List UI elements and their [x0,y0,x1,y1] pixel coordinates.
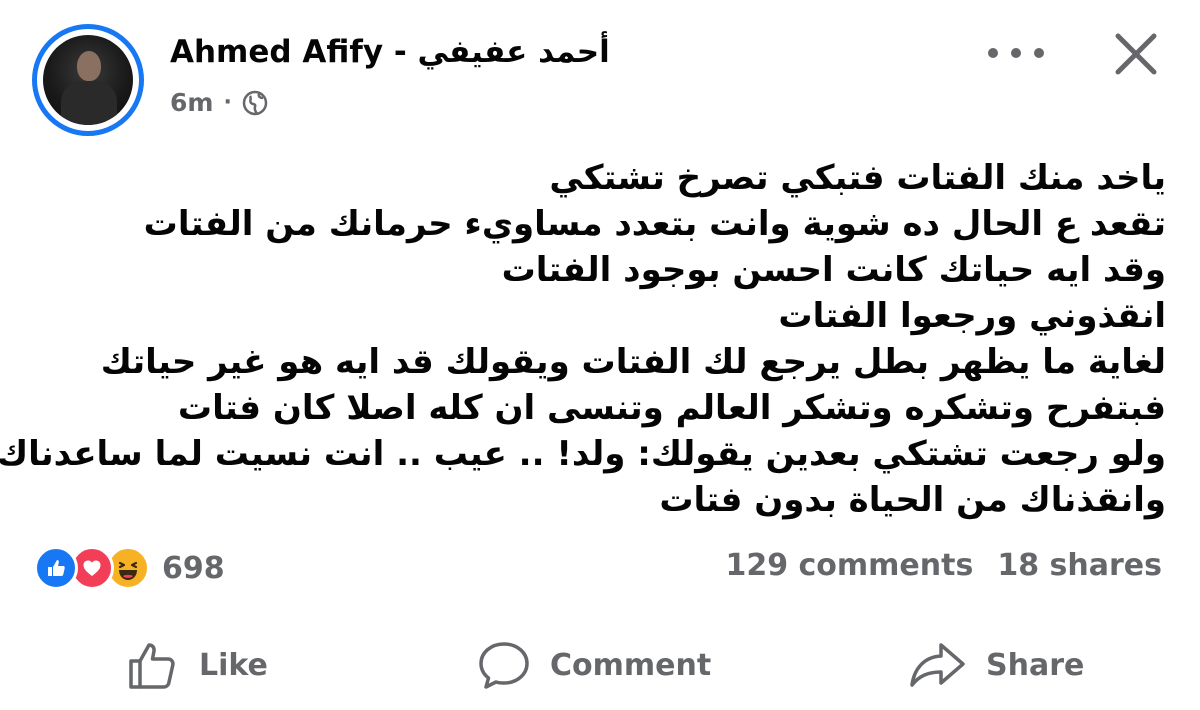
author-name[interactable]: Ahmed Afify - أحمد عفيفي [170,34,610,70]
like-label: Like [199,647,268,683]
comment-button[interactable]: Comment [476,630,711,700]
avatar[interactable] [43,35,133,125]
action-bar: Like Comment Share [0,630,1200,700]
like-button[interactable]: Like [125,630,268,700]
post-text-line: وقد ايه حياتك كانت احسن بوجود الفتات [501,250,1166,290]
comment-bubble-icon [479,642,529,689]
meta-separator: · [223,90,232,115]
avatar-head [77,51,101,81]
avatar-story-ring[interactable] [32,24,144,136]
post-text-line: ياخد منك الفتات فتبكي تصرخ تشتكي [549,158,1166,198]
post-text-line: تقعد ع الحال ده شوية وانت بتعدد مساويء ح… [143,204,1166,244]
more-dot [1034,48,1044,58]
share-label: Share [986,647,1085,683]
post-text-line: ولو رجعت تشتكي بعدين يقولك: ولد! .. عيب … [0,434,1166,474]
post-time[interactable]: 6m [170,88,213,117]
comments-count[interactable]: 129 comments [725,548,973,583]
more-dot [1011,48,1021,58]
post-text-line: فبتفرح وتشكره وتشكر العالم وتنسى ان كله … [177,388,1166,428]
comment-label: Comment [550,647,712,683]
facebook-post: Ahmed Afify - أحمد عفيفي 6m · ياخد منك ا… [0,0,1200,710]
like-icon [34,546,78,590]
reactions-summary[interactable]: 698 [34,546,225,590]
shares-count[interactable]: 18 shares [997,548,1162,583]
share-button[interactable]: Share [908,630,1084,700]
post-text: ياخد منك الفتات فتبكي تصرخ تشتكي تقعد ع … [0,155,1166,523]
more-dot [988,48,998,58]
reaction-count: 698 [162,550,225,586]
thumbs-up-icon [129,643,175,689]
post-text-line: وانقذناك من الحياة بدون فتات [659,480,1166,520]
share-arrow-icon [910,643,965,687]
post-meta: 6m · [170,88,268,117]
post-text-line: انقذوني ورجعوا الفتات [778,296,1166,336]
post-stats: 129 comments 18 shares [725,548,1162,583]
close-icon[interactable] [1112,30,1160,78]
post-text-line: لغاية ما يظهر بطل يرجع لك الفتات ويقولك … [100,342,1166,382]
globe-icon[interactable] [242,90,268,116]
avatar-body [61,81,117,125]
more-options-icon[interactable] [988,38,1044,68]
